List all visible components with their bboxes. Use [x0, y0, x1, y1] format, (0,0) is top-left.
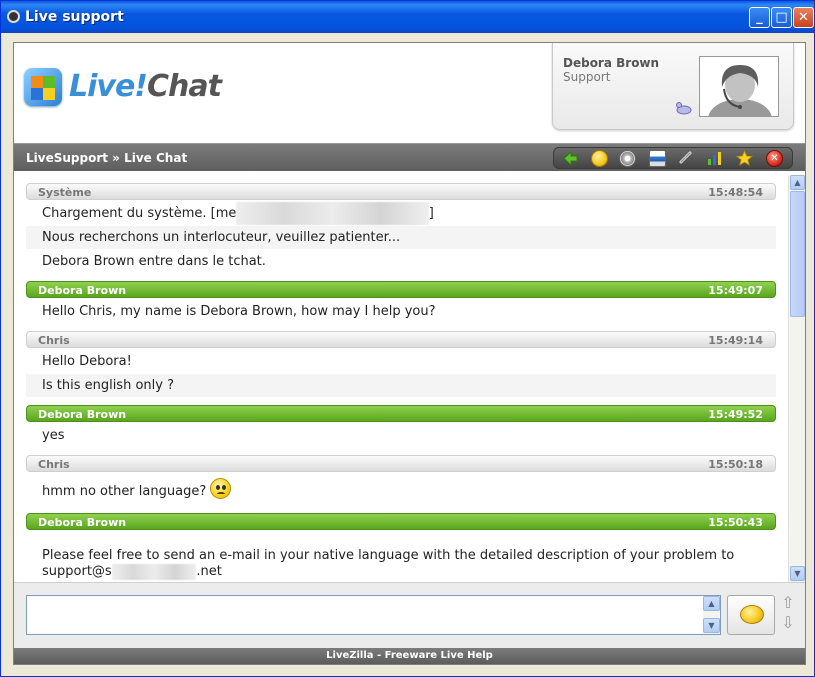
breadcrumb: LiveSupport » Live Chat: [26, 151, 188, 165]
nav-bar: LiveSupport » Live Chat ✕: [14, 143, 805, 171]
chat-panel: Live!Chat Debora Brown Support LiveSuppo…: [13, 42, 806, 665]
smiley-icon[interactable]: [591, 150, 608, 167]
input-scroll-up-icon[interactable]: ▲: [703, 596, 720, 611]
message-text: Nous recherchons un interlocuteur, veuil…: [26, 226, 776, 249]
agent-avatar: [699, 56, 779, 117]
message-header: Debora Brown 15:50:43: [26, 513, 776, 530]
sound-icon[interactable]: [619, 150, 636, 167]
input-area: ▲ ▼ ⇧ ⇩: [14, 582, 805, 648]
app-window: Live support _ □ ✕ Live!Chat Debora Brow…: [0, 0, 815, 677]
livechat-logo-icon: [24, 68, 62, 106]
back-icon[interactable]: [562, 150, 579, 167]
message-input[interactable]: [26, 595, 721, 635]
header: Live!Chat Debora Brown Support: [14, 43, 805, 143]
message-text: Hello Debora!: [42, 354, 132, 369]
agent-card: Debora Brown Support: [552, 43, 794, 130]
redacted-text: xxxxxxxxxxxxxxxxxxxxxxxxx: [236, 202, 429, 225]
maximize-button[interactable]: □: [771, 7, 792, 28]
print-icon[interactable]: [649, 150, 666, 167]
footer: LiveZilla - Freeware Live Help: [14, 648, 805, 664]
message-header: Chris 15:49:14: [26, 331, 776, 348]
close-window-button[interactable]: ✕: [793, 7, 814, 28]
title-bar[interactable]: Live support _ □ ✕: [1, 1, 814, 33]
chat-toolbar: ✕: [553, 147, 793, 169]
message-text: support@sxxxxxxxxxxx.net: [42, 564, 222, 580]
message-header: Système 15:48:54: [26, 183, 776, 200]
typing-indicator-icon: [676, 102, 692, 115]
input-scrollbar[interactable]: ▲ ▼: [703, 596, 720, 634]
message-header: Debora Brown 15:49:52: [26, 405, 776, 422]
message-text: Hello Chris, my name is Debora Brown, ho…: [42, 304, 436, 319]
message-text: Chargement du système. [mexxxxxxxxxxxxxx…: [26, 202, 776, 225]
close-chat-icon[interactable]: ✕: [766, 150, 783, 167]
app-icon: [7, 10, 20, 23]
minimize-button[interactable]: _: [749, 7, 770, 28]
speech-bubble-icon: [740, 605, 764, 624]
window-title: Live support: [25, 9, 124, 25]
input-scroll-down-icon[interactable]: ▼: [703, 618, 720, 633]
window-client: Live!Chat Debora Brown Support LiveSuppo…: [5, 33, 810, 672]
message-header: Chris 15:50:18: [26, 455, 776, 472]
message-text: yes: [42, 428, 65, 443]
scroll-up-icon[interactable]: ▲: [790, 175, 805, 190]
history-up-icon[interactable]: ⇧: [781, 594, 795, 612]
sad-face-icon: [210, 478, 232, 499]
message-text: Please feel free to send an e-mail in yo…: [42, 548, 735, 563]
star-icon[interactable]: [735, 150, 754, 167]
message-text: hmm no other language?: [26, 478, 776, 506]
chart-icon[interactable]: [706, 150, 723, 167]
agent-role: Support: [563, 70, 611, 84]
scroll-thumb[interactable]: [790, 191, 805, 317]
chat-scrollbar[interactable]: ▲ ▼: [788, 175, 805, 582]
scroll-down-icon[interactable]: ▼: [790, 566, 805, 581]
message-header: Debora Brown 15:49:07: [26, 281, 776, 298]
message-text: Debora Brown entre dans le tchat.: [42, 254, 266, 269]
link-icon[interactable]: [677, 150, 694, 167]
message-text: Is this english only ?: [26, 374, 776, 397]
redacted-text: xxxxxxxxxxx: [111, 564, 197, 580]
history-down-icon[interactable]: ⇩: [781, 614, 795, 632]
chat-log[interactable]: Système 15:48:54 Chargement du système. […: [14, 175, 805, 582]
livechat-logo: Live!Chat: [69, 69, 222, 104]
send-button[interactable]: [727, 595, 775, 635]
agent-name: Debora Brown: [563, 56, 660, 70]
